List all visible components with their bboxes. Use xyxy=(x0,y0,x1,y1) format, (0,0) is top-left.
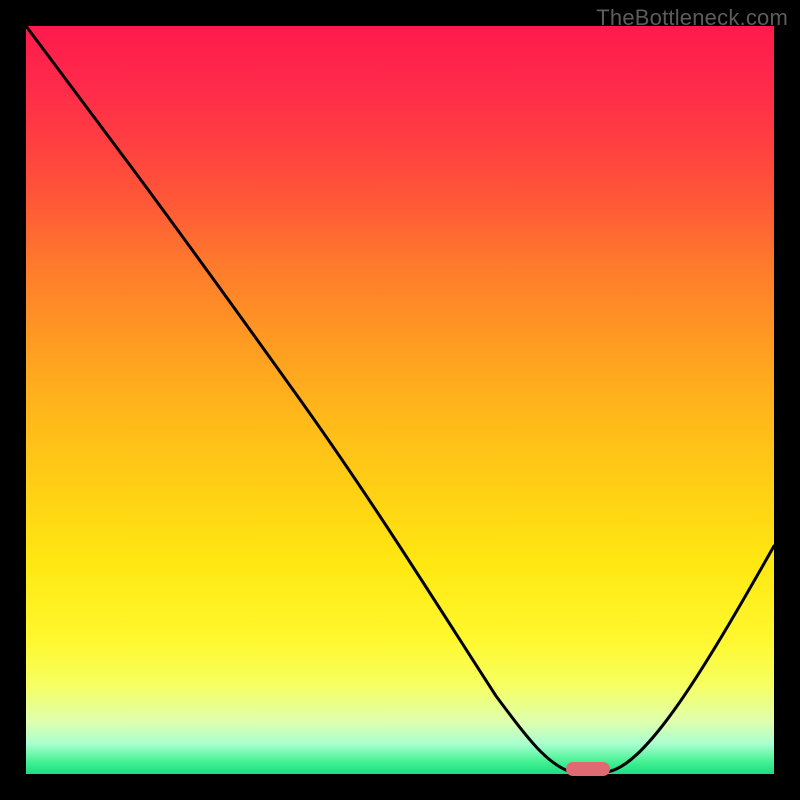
curve-layer xyxy=(26,26,774,774)
bottleneck-curve xyxy=(26,26,774,772)
plot-area xyxy=(26,26,774,774)
watermark-text: TheBottleneck.com xyxy=(596,5,788,31)
optimal-marker xyxy=(566,762,610,776)
chart-frame: TheBottleneck.com xyxy=(0,0,800,800)
